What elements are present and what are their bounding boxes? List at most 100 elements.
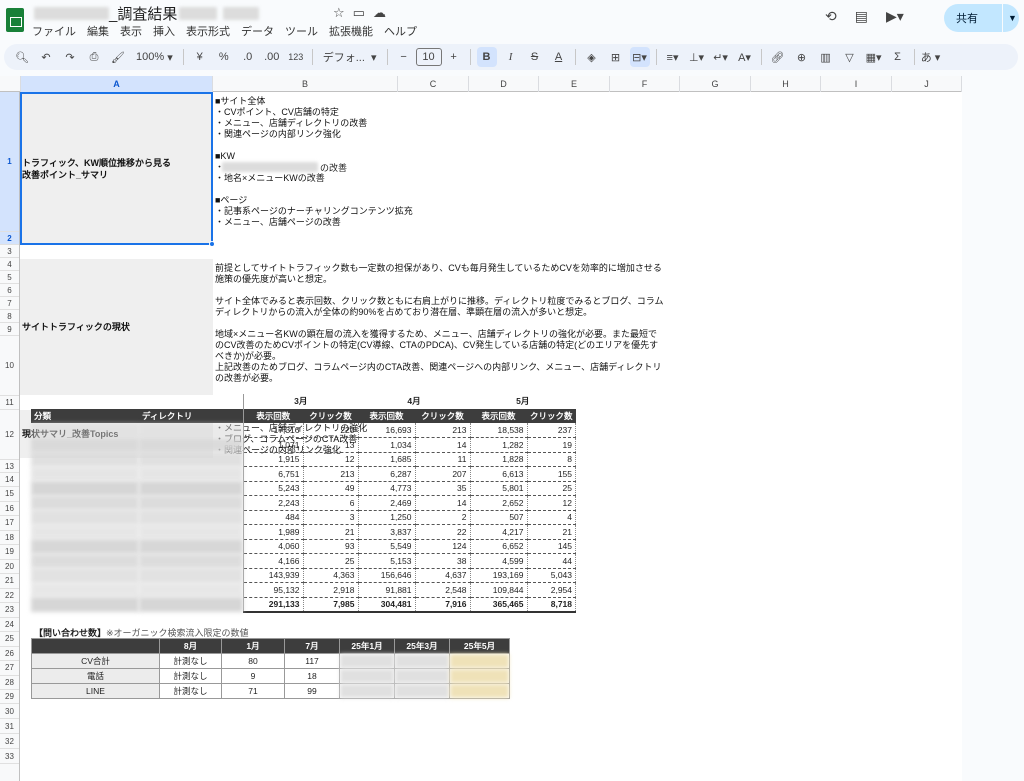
document-title[interactable]: _調査結果	[34, 4, 260, 23]
insert-link-icon[interactable]: 🔗︎	[768, 47, 788, 67]
row-header-5[interactable]: 5	[0, 271, 19, 284]
row-header-31[interactable]: 31	[0, 719, 19, 734]
row-header-12[interactable]: 12	[0, 410, 19, 460]
select-all-corner[interactable]	[0, 76, 21, 92]
meet-video-icon[interactable]: ▶▾	[886, 8, 904, 25]
row-header-13[interactable]: 13	[0, 460, 19, 473]
column-header-c[interactable]: C	[398, 76, 469, 92]
currency-format-button[interactable]: ¥	[190, 47, 210, 67]
text-color-icon[interactable]: A	[549, 47, 569, 67]
row-header-15[interactable]: 15	[0, 487, 19, 502]
font-family-select[interactable]: デフォ... ▾	[319, 47, 381, 67]
row-header-16[interactable]: 16	[0, 502, 19, 516]
share-button[interactable]: 共有 ▼	[944, 4, 1019, 32]
column-header-j[interactable]: J	[892, 76, 962, 92]
paint-format-icon[interactable]: 🖌︎	[108, 47, 128, 67]
row-header-24[interactable]: 24	[0, 618, 19, 632]
row-header-27[interactable]: 27	[0, 661, 19, 676]
row-header-19[interactable]: 19	[0, 545, 19, 560]
vertical-align-icon[interactable]: ⊥▾	[687, 47, 707, 67]
functions-icon[interactable]: Σ	[888, 47, 908, 67]
column-header-a[interactable]: A	[21, 76, 213, 92]
search-menus-icon[interactable]: 🔍︎	[12, 47, 32, 67]
borders-icon[interactable]: ⊞	[606, 47, 626, 67]
row-header-14[interactable]: 14	[0, 473, 19, 487]
row-header-29[interactable]: 29	[0, 690, 19, 704]
row-header-2[interactable]: 2	[0, 232, 19, 245]
filter-views-icon[interactable]: ▦▾	[864, 47, 884, 67]
row-header-20[interactable]: 20	[0, 560, 19, 574]
number-format-button[interactable]: 123	[286, 47, 306, 67]
undo-icon[interactable]: ↶	[36, 47, 56, 67]
font-size-input[interactable]: 10	[415, 48, 442, 66]
bold-button[interactable]: B	[476, 47, 497, 67]
row-header-4[interactable]: 4	[0, 258, 19, 271]
cell-b4[interactable]: 前提としてサイトトラフィック数も一定数の担保があり、CVも毎月発生しているためC…	[215, 263, 663, 384]
column-header-d[interactable]: D	[469, 76, 539, 92]
strikethrough-icon[interactable]: S	[525, 47, 545, 67]
menu-view[interactable]: 表示	[120, 23, 142, 39]
horizontal-align-icon[interactable]: ≡▾	[663, 47, 683, 67]
row-header-21[interactable]: 21	[0, 574, 19, 589]
cell-a4[interactable]: サイトトラフィックの現状	[22, 321, 130, 333]
insert-comment-icon[interactable]: ⊕	[792, 47, 812, 67]
row-header-23[interactable]: 23	[0, 603, 19, 618]
decrease-decimal-button[interactable]: .0	[238, 47, 258, 67]
fill-color-icon[interactable]: ◈	[582, 47, 602, 67]
input-tools-button[interactable]: あ ▾	[921, 47, 941, 67]
menu-edit[interactable]: 編集	[87, 23, 109, 39]
row-header-1[interactable]: 1	[0, 92, 19, 232]
share-dropdown-icon[interactable]: ▼	[1003, 13, 1017, 23]
row-header-8[interactable]: 8	[0, 310, 19, 323]
move-folder-icon[interactable]: ▭	[353, 5, 365, 21]
zoom-select[interactable]: 100% ▾	[132, 47, 177, 67]
text-wrap-icon[interactable]: ↵▾	[711, 47, 731, 67]
row-header-22[interactable]: 22	[0, 589, 19, 603]
column-header-g[interactable]: G	[680, 76, 751, 92]
menu-tools[interactable]: ツール	[285, 23, 318, 39]
merge-cells-icon[interactable]: ⊟▾	[629, 47, 650, 67]
row-header-11[interactable]: 11	[0, 396, 19, 410]
menu-file[interactable]: ファイル	[32, 23, 76, 39]
font-size-increase-button[interactable]: +	[444, 47, 464, 67]
font-size-decrease-button[interactable]: −	[394, 47, 414, 67]
row-header-9[interactable]: 9	[0, 323, 19, 336]
column-header-b[interactable]: B	[213, 76, 398, 92]
row-header-10[interactable]: 10	[0, 336, 19, 396]
row-header-32[interactable]: 32	[0, 734, 19, 749]
row-header-18[interactable]: 18	[0, 531, 19, 545]
menu-help[interactable]: ヘルプ	[384, 23, 417, 39]
comments-icon[interactable]: ▤	[855, 8, 868, 25]
row-header-17[interactable]: 17	[0, 516, 19, 531]
row-header-28[interactable]: 28	[0, 676, 19, 690]
print-icon[interactable]: ⎙	[84, 47, 104, 67]
italic-button[interactable]: I	[501, 47, 521, 67]
sheets-logo-icon[interactable]	[6, 8, 24, 32]
column-header-h[interactable]: H	[751, 76, 821, 92]
insert-chart-icon[interactable]: ▥	[816, 47, 836, 67]
increase-decimal-button[interactable]: .00	[262, 47, 282, 67]
row-header-26[interactable]: 26	[0, 647, 19, 661]
redo-icon[interactable]: ↷	[60, 47, 80, 67]
menu-insert[interactable]: 挿入	[153, 23, 175, 39]
percent-format-button[interactable]: %	[214, 47, 234, 67]
column-header-e[interactable]: E	[539, 76, 610, 92]
redacted-title-mid	[179, 6, 218, 20]
column-header-i[interactable]: I	[821, 76, 892, 92]
column-header-f[interactable]: F	[610, 76, 680, 92]
fill-handle[interactable]	[209, 241, 215, 247]
menu-data[interactable]: データ	[241, 23, 274, 39]
cloud-status-icon[interactable]: ☁	[373, 5, 386, 21]
row-header-30[interactable]: 30	[0, 704, 19, 719]
text-rotation-icon[interactable]: A▾	[735, 47, 755, 67]
star-icon[interactable]: ☆	[333, 5, 345, 21]
row-header-25[interactable]: 25	[0, 632, 19, 647]
row-header-6[interactable]: 6	[0, 284, 19, 297]
menu-format[interactable]: 表示形式	[186, 23, 230, 39]
filter-icon[interactable]: ▽	[840, 47, 860, 67]
row-header-33[interactable]: 33	[0, 749, 19, 764]
row-header-3[interactable]: 3	[0, 245, 19, 258]
menu-extensions[interactable]: 拡張機能	[329, 23, 373, 39]
row-header-7[interactable]: 7	[0, 297, 19, 310]
history-icon[interactable]: ⟲	[825, 8, 837, 25]
